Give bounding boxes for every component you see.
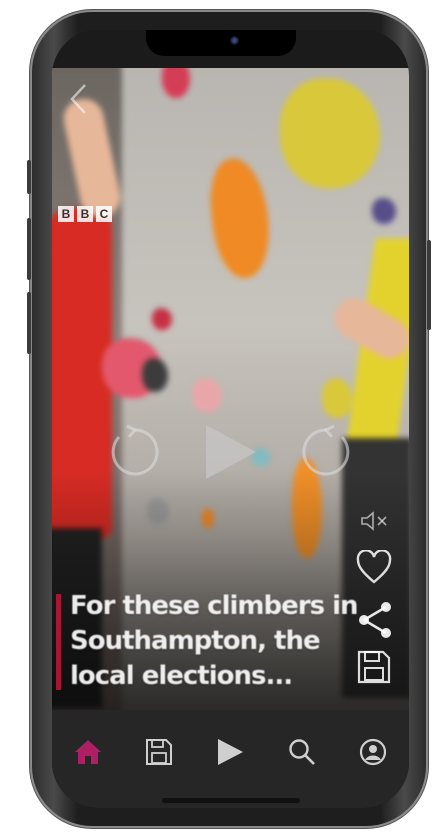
home-indicator xyxy=(162,798,300,803)
video-player[interactable]: B B C For these climbers in Southampton,… xyxy=(52,68,409,710)
front-camera xyxy=(230,36,239,45)
logo-letter: C xyxy=(96,206,112,222)
back-icon[interactable] xyxy=(68,82,90,116)
nav-search[interactable] xyxy=(282,732,322,772)
share-icon[interactable] xyxy=(356,600,394,640)
power-button xyxy=(427,240,431,330)
logo-letter: B xyxy=(77,206,93,222)
nav-play[interactable] xyxy=(210,732,250,772)
nav-bar xyxy=(52,710,409,794)
profile-icon xyxy=(360,738,387,766)
nav-home[interactable] xyxy=(68,732,108,772)
search-icon xyxy=(289,739,315,765)
logo-letter: B xyxy=(58,206,74,222)
bbc-logo: B B C xyxy=(58,206,112,222)
play-icon[interactable] xyxy=(200,423,260,481)
save-icon[interactable] xyxy=(357,650,391,684)
volume-down-button xyxy=(27,292,31,354)
home-icon xyxy=(74,740,101,764)
mute-icon[interactable] xyxy=(360,510,390,532)
phone-screen: B B C For these climbers in Southampton,… xyxy=(52,30,409,808)
heart-icon[interactable] xyxy=(356,550,392,586)
caption-accent-bar xyxy=(56,594,61,690)
video-caption: For these climbers in Southampton, the l… xyxy=(70,591,359,691)
nav-saved[interactable] xyxy=(139,732,179,772)
notch xyxy=(146,30,296,56)
play-icon xyxy=(218,739,244,765)
forward-icon[interactable] xyxy=(298,423,356,481)
replay-icon[interactable] xyxy=(105,423,163,481)
bottom-navigation xyxy=(52,710,409,808)
volume-up-button xyxy=(27,218,31,280)
save-icon xyxy=(146,739,173,765)
nav-profile[interactable] xyxy=(353,732,393,772)
mute-switch xyxy=(27,160,31,194)
